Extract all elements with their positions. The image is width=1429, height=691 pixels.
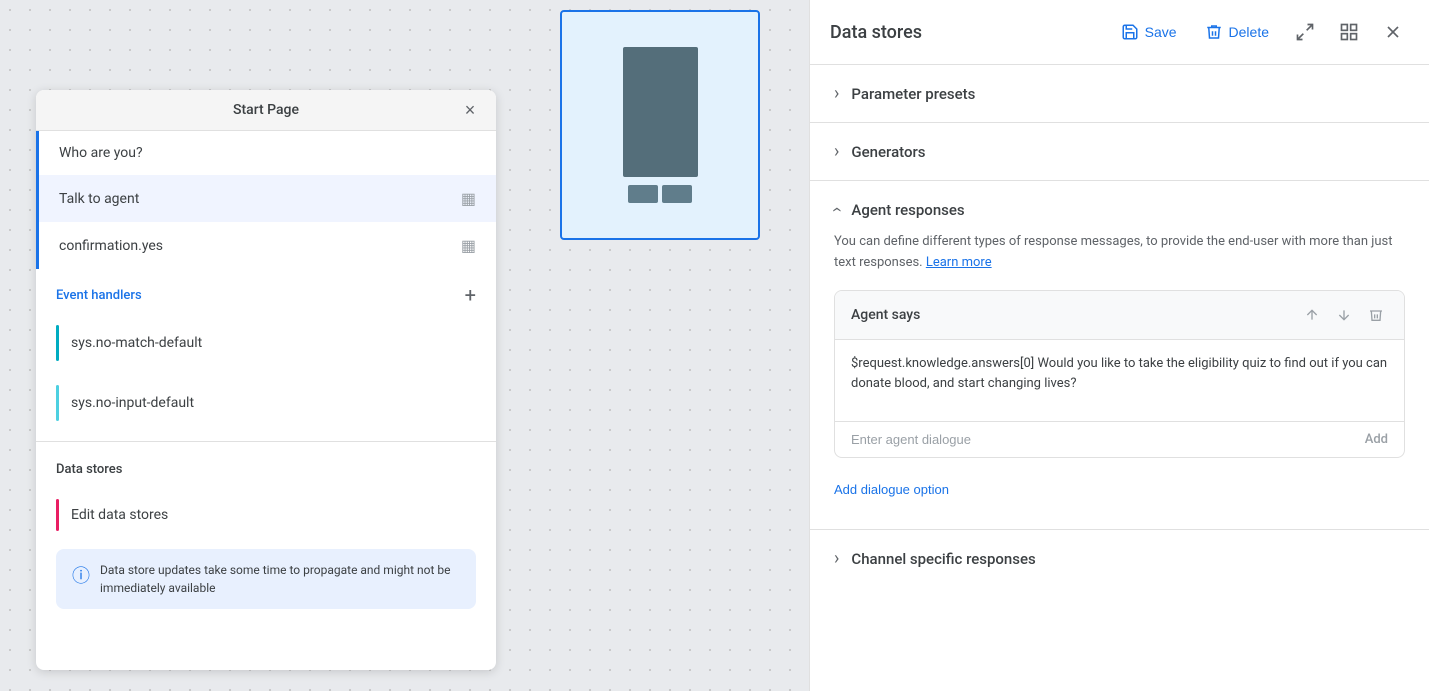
save-label: Save [1145, 24, 1177, 40]
agent-responses-title: Agent responses [851, 201, 964, 219]
document-icon: ▦ [461, 189, 476, 208]
expand-button[interactable] [1289, 16, 1321, 48]
grid-button[interactable] [1333, 16, 1365, 48]
agent-says-actions [1300, 303, 1388, 327]
arrow-up-icon [1304, 307, 1320, 323]
event-handlers-section: Event handlers + [36, 269, 496, 313]
close-button[interactable]: × [456, 96, 484, 124]
edit-data-stores-item[interactable]: Edit data stores [56, 489, 476, 541]
nav-item-who-are-you[interactable]: Who are you? [36, 131, 496, 175]
generators-section[interactable]: › Generators [810, 123, 1429, 181]
right-panel-content: › Parameter presets › Generators › Agent… [810, 65, 1429, 691]
panel-title: Start Page [233, 102, 299, 118]
nav-item-label: Who are you? [59, 145, 476, 161]
canvas-rect-sm-1 [628, 185, 658, 203]
arrow-down-icon [1336, 307, 1352, 323]
canvas-node [623, 47, 698, 203]
move-up-button[interactable] [1300, 303, 1324, 327]
event-item-no-match[interactable]: sys.no-match-default [36, 313, 496, 373]
add-dialogue-option-button[interactable]: Add dialogue option [834, 474, 949, 505]
delete-response-button[interactable] [1364, 303, 1388, 327]
canvas-preview [560, 10, 760, 240]
parameter-presets-title: Parameter presets [851, 85, 975, 103]
panel-header: Start Page × [36, 90, 496, 131]
event-border-indicator [56, 385, 59, 421]
left-panel: Start Page × Who are you? Talk to agent … [36, 90, 496, 670]
agent-says-body: $request.knowledge.answers[0] Would you … [835, 340, 1404, 422]
chevron-up-icon: › [826, 207, 847, 212]
right-panel-title: Data stores [830, 22, 1101, 43]
add-event-handler-button[interactable]: + [465, 285, 476, 305]
info-text: Data store updates take some time to pro… [100, 561, 460, 597]
agent-says-card: Agent says [834, 290, 1405, 459]
pink-border-indicator [56, 499, 59, 531]
dialogue-input-row: Add [835, 421, 1404, 457]
nav-item-confirmation-yes[interactable]: confirmation.yes ▦ [36, 222, 496, 269]
channel-specific-section[interactable]: › Channel specific responses [810, 530, 1429, 587]
move-down-button[interactable] [1332, 303, 1356, 327]
document-icon: ▦ [461, 236, 476, 255]
delete-button[interactable]: Delete [1197, 17, 1277, 47]
agent-message-text: $request.knowledge.answers[0] Would you … [851, 354, 1388, 396]
channel-specific-title: Channel specific responses [851, 550, 1035, 568]
canvas-rect-sm-2 [662, 185, 692, 203]
canvas-small-rects [628, 185, 692, 203]
save-icon [1121, 23, 1139, 41]
agent-says-title: Agent says [851, 307, 920, 323]
info-icon: ⓘ [72, 562, 90, 588]
divider [36, 441, 496, 442]
expand-icon [1295, 22, 1315, 42]
agent-says-card-header: Agent says [835, 291, 1404, 340]
nav-item-label: confirmation.yes [59, 238, 461, 254]
grid-icon [1339, 22, 1359, 42]
delete-label: Delete [1229, 24, 1269, 40]
data-stores-title: Data stores [56, 462, 476, 477]
event-label: sys.no-input-default [71, 395, 194, 411]
info-box: ⓘ Data store updates take some time to p… [56, 549, 476, 609]
agent-responses-section: › Agent responses You can define differe… [810, 181, 1429, 530]
nav-item-talk-to-agent[interactable]: Talk to agent ▦ [36, 175, 496, 222]
chevron-down-icon: › [834, 548, 839, 569]
right-panel: Data stores Save Delete [809, 0, 1429, 691]
close-icon [1383, 22, 1403, 42]
panel-content: Who are you? Talk to agent ▦ confirmatio… [36, 131, 496, 670]
trash-icon [1368, 307, 1384, 323]
agent-responses-description: You can define different types of respon… [834, 232, 1405, 274]
add-dialogue-button[interactable]: Add [1365, 432, 1388, 447]
event-item-no-input[interactable]: sys.no-input-default [36, 373, 496, 433]
event-border-indicator [56, 325, 59, 361]
close-panel-button[interactable] [1377, 16, 1409, 48]
canvas-main-rect [623, 47, 698, 177]
nav-item-label: Talk to agent [59, 191, 461, 207]
event-label: sys.no-match-default [71, 335, 202, 351]
dialogue-input[interactable] [851, 432, 1365, 447]
parameter-presets-section[interactable]: › Parameter presets [810, 65, 1429, 123]
edit-data-stores-label: Edit data stores [71, 507, 168, 523]
chevron-down-icon: › [834, 83, 839, 104]
delete-icon [1205, 23, 1223, 41]
data-stores-section: Data stores Edit data stores ⓘ Data stor… [36, 450, 496, 629]
chevron-down-icon: › [834, 141, 839, 162]
agent-responses-header[interactable]: › Agent responses [834, 181, 1405, 232]
save-button[interactable]: Save [1113, 17, 1185, 47]
right-panel-header: Data stores Save Delete [810, 0, 1429, 65]
event-handlers-title: Event handlers [56, 288, 142, 303]
generators-title: Generators [851, 143, 925, 161]
learn-more-link[interactable]: Learn more [926, 255, 992, 270]
